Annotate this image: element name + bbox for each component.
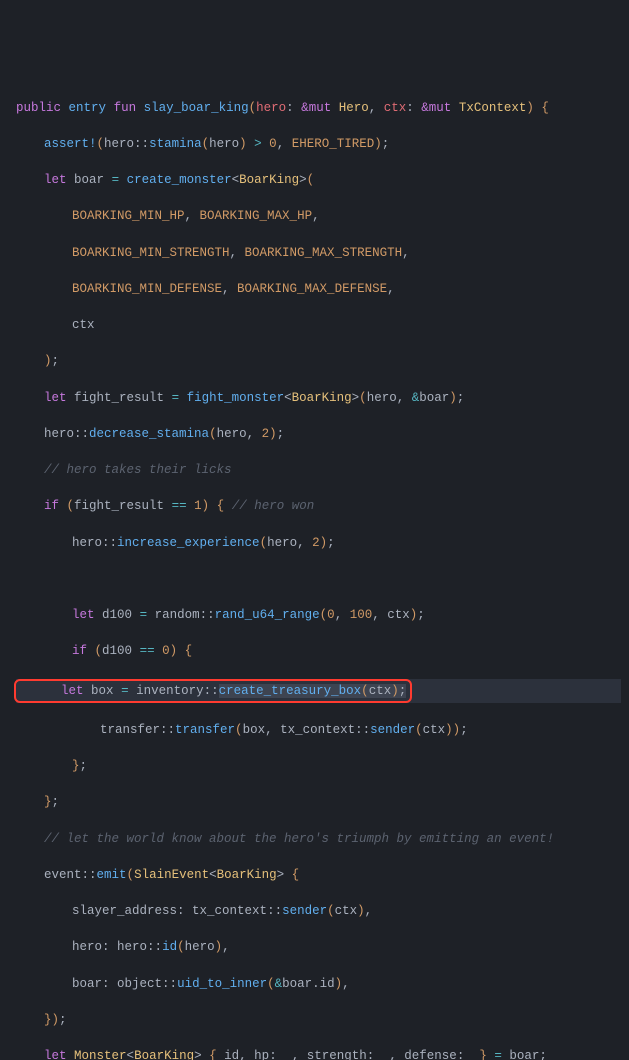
code-line: public entry fun slay_boar_king(hero: &m…: [16, 99, 621, 117]
code-line: BOARKING_MIN_DEFENSE, BOARKING_MAX_DEFEN…: [72, 280, 621, 298]
highlighted-line: let box = inventory::create_treasury_box…: [16, 679, 621, 703]
blank-line: [16, 570, 621, 588]
code-line: if (fight_result == 1) { // hero won: [44, 497, 621, 515]
code-line: };: [72, 757, 621, 775]
code-line: assert!(hero::stamina(hero) > 0, EHERO_T…: [44, 135, 621, 153]
code-line: hero::decrease_stamina(hero, 2);: [44, 425, 621, 443]
code-line: let fight_result = fight_monster<BoarKin…: [44, 389, 621, 407]
code-line: // hero takes their licks: [44, 461, 621, 479]
code-line: // let the world know about the hero's t…: [44, 830, 621, 848]
code-line: transfer::transfer(box, tx_context::send…: [100, 721, 621, 739]
keyword-public: public: [16, 101, 61, 115]
code-line: event::emit(SlainEvent<BoarKing> {: [44, 866, 621, 884]
code-line: let boar = create_monster<BoarKing>(: [44, 171, 621, 189]
code-line: ctx: [72, 316, 621, 334]
code-line: slayer_address: tx_context::sender(ctx),: [72, 902, 621, 920]
code-line: };: [44, 793, 621, 811]
code-line: hero::increase_experience(hero, 2);: [72, 534, 621, 552]
red-highlight-box: let box = inventory::create_treasury_box…: [14, 679, 412, 703]
code-line: boar: object::uid_to_inner(&boar.id),: [72, 975, 621, 993]
code-line: if (d100 == 0) {: [72, 642, 621, 660]
code-line: BOARKING_MIN_HP, BOARKING_MAX_HP,: [72, 207, 621, 225]
code-line: let d100 = random::rand_u64_range(0, 100…: [72, 606, 621, 624]
code-line: hero: hero::id(hero),: [72, 938, 621, 956]
function-name: slay_boar_king: [144, 101, 249, 115]
keyword-fun: fun: [114, 101, 137, 115]
code-line: BOARKING_MIN_STRENGTH, BOARKING_MAX_STRE…: [72, 244, 621, 262]
code-line: let Monster<BoarKing> { id, hp: _, stren…: [44, 1047, 621, 1060]
code-block: public entry fun slay_boar_king(hero: &m…: [16, 81, 621, 1060]
code-line: );: [44, 352, 621, 370]
keyword-entry: entry: [69, 101, 107, 115]
code-line: });: [44, 1011, 621, 1029]
